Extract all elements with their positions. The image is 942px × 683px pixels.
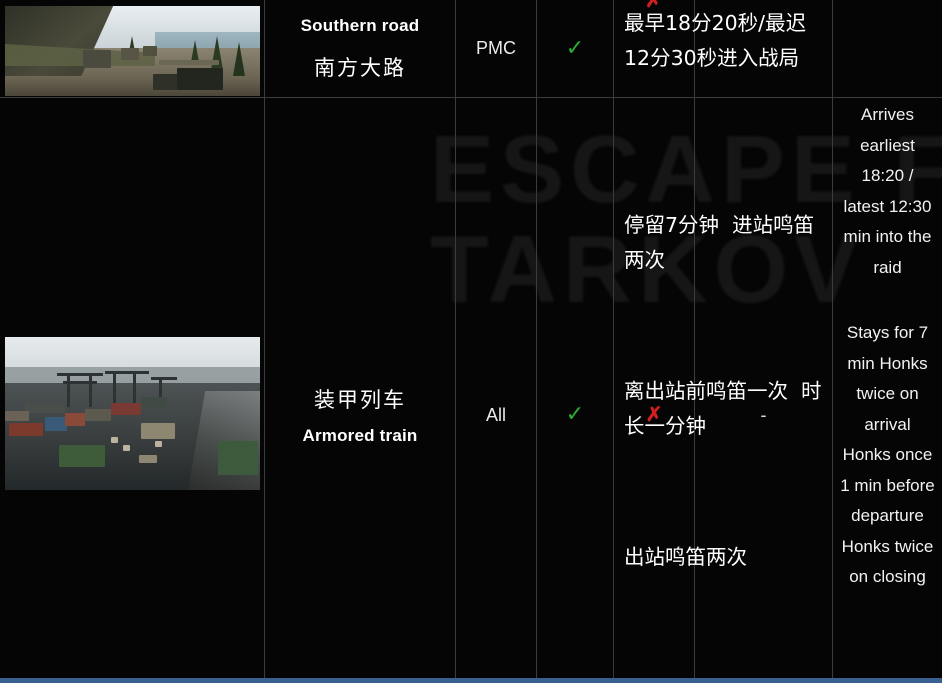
notes-chinese-armored-train: 停留7分钟 进站鸣笛两次 离出站前鸣笛一次 时长一分钟 出站鸣笛两次 xyxy=(614,134,832,569)
notes-english-arrival: Arrives earliest 18:20 / latest 12:30 mi… xyxy=(843,105,932,277)
location-name-en: Southern road xyxy=(300,15,420,35)
container xyxy=(45,417,67,431)
container xyxy=(5,411,29,421)
faction-armored-train: All xyxy=(485,404,506,425)
notes-paragraph: 出站鸣笛两次 xyxy=(624,545,747,569)
guardrail xyxy=(159,60,219,65)
notes-paragraph: 离出站前鸣笛一次 时长一分钟 xyxy=(624,379,822,438)
grid-hline-row-separator xyxy=(0,97,942,98)
notes-paragraph: 停留7分钟 进站鸣笛两次 xyxy=(624,213,815,272)
tree xyxy=(191,40,199,62)
crate xyxy=(139,455,157,463)
location-name-en: Armored train xyxy=(302,426,418,445)
notes-chinese-southern-road: 最早18分20秒/最迟12分30秒进入战局 xyxy=(624,11,807,70)
location-name-armored-train: 装甲列车 Armored train xyxy=(265,340,455,490)
crane-leg xyxy=(67,373,70,407)
container xyxy=(25,403,65,413)
vehicle xyxy=(177,68,223,90)
crane-leg xyxy=(89,373,92,407)
crane-arm xyxy=(151,377,177,380)
location-name-zh: 装甲列车 xyxy=(314,388,406,412)
check-icon: ✓ xyxy=(565,35,585,61)
screenshot-root: ESCAPE FROM TARKOV ✗ Southern road 南方大路 … xyxy=(0,0,942,683)
vehicle xyxy=(83,50,111,68)
container xyxy=(65,413,85,426)
container xyxy=(141,397,167,407)
crane-arm xyxy=(63,381,97,384)
bottom-blue-strip xyxy=(0,678,942,683)
notes-english-southern-road xyxy=(833,0,942,97)
southern-road-thumbnail[interactable] xyxy=(5,6,260,96)
crane-arm xyxy=(105,371,149,374)
container xyxy=(9,423,43,436)
crane-leg xyxy=(113,371,116,407)
crane-leg xyxy=(133,371,136,407)
vehicle xyxy=(143,46,157,56)
notes-english-schedule: Stays for 7 min Honks twice on arrival H… xyxy=(840,323,935,586)
location-name-southern-road: Southern road 南方大路 xyxy=(265,0,455,97)
available-check-southern-road: ✓ xyxy=(537,0,613,97)
available-check-armored-train: ✓ xyxy=(537,340,613,490)
location-name-zh: 南方大路 xyxy=(314,55,406,80)
faction-southern-road: PMC xyxy=(476,38,516,58)
container xyxy=(85,409,111,421)
debris xyxy=(123,445,130,451)
green-container xyxy=(59,445,105,467)
tree xyxy=(233,42,245,76)
check-icon: ✓ xyxy=(565,402,585,427)
crate xyxy=(141,423,175,439)
vehicle xyxy=(121,48,139,60)
debris xyxy=(111,437,118,443)
crane-arm xyxy=(57,373,103,376)
armored-train-thumbnail[interactable] xyxy=(5,337,260,490)
green-vehicle xyxy=(218,441,258,475)
debris xyxy=(155,441,162,447)
container xyxy=(111,403,141,415)
